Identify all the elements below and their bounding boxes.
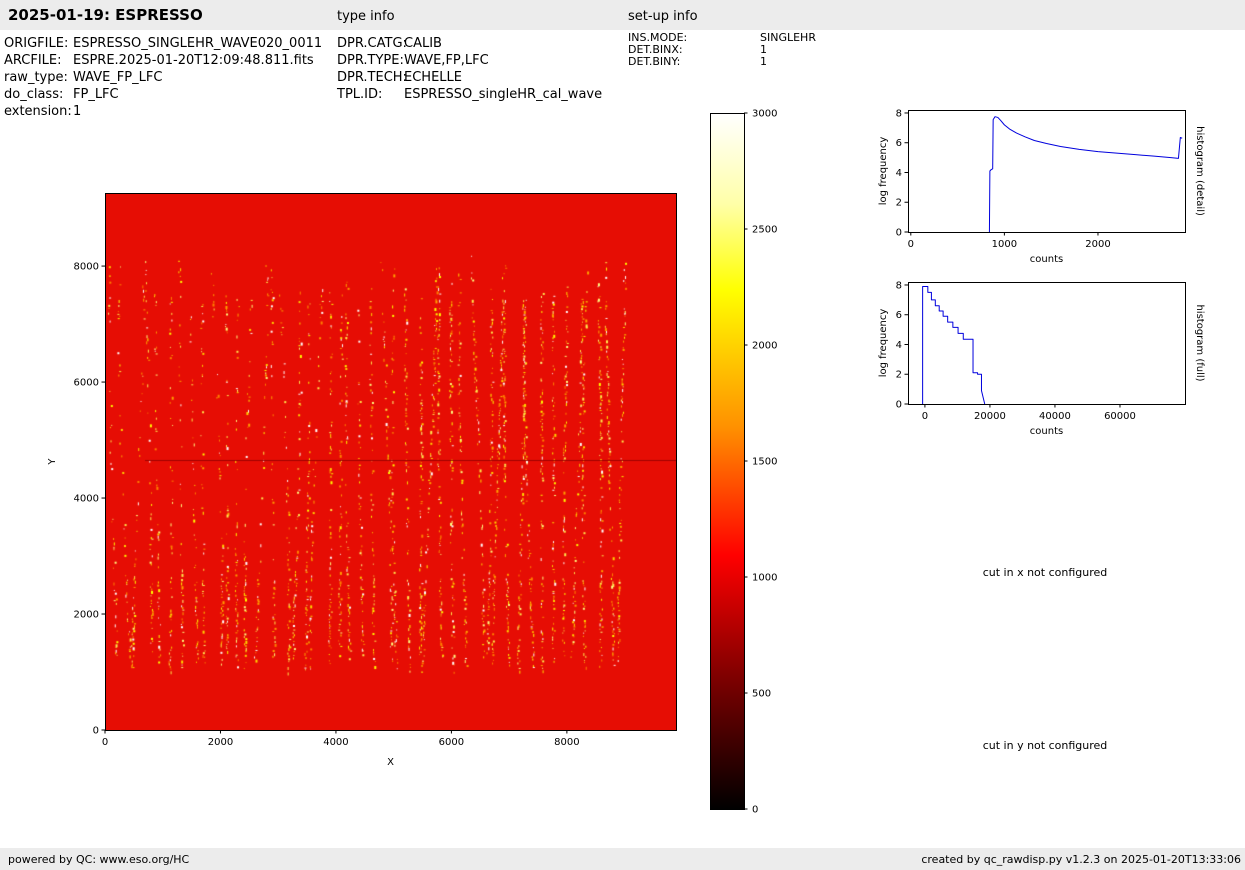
colorbar-tick-label: 1000 <box>752 573 777 584</box>
file-info-row: ORIGFILE:ESPRESSO_SINGLEHR_WAVE020_0011 <box>4 35 322 52</box>
field-value: SINGLEHR <box>760 31 816 44</box>
y-tick-label: 8 <box>896 280 902 291</box>
colorbar: 0 500 1000 1500 2000 2500 3000 <box>711 109 778 816</box>
footer-credit-left: powered by QC: www.eso.org/HC <box>8 853 189 866</box>
file-info-row: extension:1 <box>4 103 322 120</box>
x-tick-label: 60000 <box>1104 411 1136 422</box>
x-tick-label: 6000 <box>439 737 464 748</box>
field-value: WAVE,FP,LFC <box>404 53 489 68</box>
y-tick-label: 2 <box>896 198 902 209</box>
colorbar-tick-label: 3000 <box>752 109 777 120</box>
footer-credit-right: created by qc_rawdisp.py v1.2.3 on 2025-… <box>921 853 1241 866</box>
page-title: 2025-01-19: ESPRESSO <box>8 6 203 24</box>
field-value: FP_LFC <box>73 87 119 102</box>
field-value: CALIB <box>404 36 442 51</box>
y-tick-label: 2000 <box>74 610 99 621</box>
cut-y-note: cut in y not configured <box>983 739 1108 752</box>
colorbar-tick-label: 2500 <box>752 225 777 236</box>
y-axis-label: log frequency <box>878 309 889 378</box>
y-tick-label: 8000 <box>74 262 99 273</box>
x-axis-label: counts <box>1030 426 1063 437</box>
setup-info-header: set-up info <box>628 9 698 24</box>
x-tick-label: 0 <box>908 239 914 250</box>
field-value: ESPRESSO_singleHR_cal_wave <box>404 87 602 102</box>
footer-bar: powered by QC: www.eso.org/HC created by… <box>0 848 1245 870</box>
file-info-row: raw_type:WAVE_FP_LFC <box>4 69 322 86</box>
x-tick-label: 4000 <box>323 737 348 748</box>
y-axis-label: Y <box>47 458 58 466</box>
histogram_detail-axes: 0 1000 2000 0 2 4 6 8 counts log frequency histogr… <box>878 108 1205 265</box>
type-info-row: TPL.ID:ESPRESSO_singleHR_cal_wave <box>337 86 602 103</box>
y-tick-label: 2 <box>896 370 902 381</box>
field-label: TPL.ID: <box>337 86 404 103</box>
field-label: extension: <box>4 103 73 120</box>
colorbar-tick-label: 500 <box>752 689 771 700</box>
right-axis-label: histogram (detail) <box>1194 126 1205 216</box>
y-tick-label: 4 <box>896 168 902 179</box>
field-label: do_class: <box>4 86 73 103</box>
y-tick-label: 4 <box>896 340 902 351</box>
field-label: DPR.TYPE: <box>337 52 404 69</box>
file-info-row: do_class:FP_LFC <box>4 86 322 103</box>
setup-info-block: INS.MODE:SINGLEHR DET.BINX:1 DET.BINY:1 <box>628 32 816 68</box>
colorbar-tick-label: 1500 <box>752 457 777 468</box>
y-tick-label: 0 <box>896 400 902 411</box>
x-tick-label: 20000 <box>974 411 1006 422</box>
y-axis-label: log frequency <box>878 137 889 206</box>
type-info-block: DPR.CATG:CALIB DPR.TYPE:WAVE,FP,LFC DPR.… <box>337 35 602 103</box>
histogram_full-line <box>923 286 985 404</box>
cut-x-note: cut in x not configured <box>983 566 1108 579</box>
field-value: ESPRE.2025-01-20T12:09:48.811.fits <box>73 53 314 68</box>
file-info-row: ARCFILE:ESPRE.2025-01-20T12:09:48.811.fi… <box>4 52 322 69</box>
colorbar-tick-label: 0 <box>752 805 758 816</box>
y-tick-label: 8 <box>896 108 902 119</box>
qc-report-page: 2025-01-19: ESPRESSO type info set-up in… <box>0 0 1245 870</box>
y-tick-label: 6 <box>896 310 902 321</box>
colorbar-tick-label: 2000 <box>752 341 777 352</box>
x-axis-label: X <box>387 757 394 768</box>
setup-info-row: DET.BINY:1 <box>628 56 816 68</box>
field-label: DPR.TECH: <box>337 69 404 86</box>
x-tick-label: 1000 <box>992 239 1017 250</box>
x-axis-label: counts <box>1030 254 1063 265</box>
file-info-block: ORIGFILE:ESPRESSO_SINGLEHR_WAVE020_0011 … <box>4 35 322 120</box>
field-value: 1 <box>73 104 81 119</box>
field-label: ARCFILE: <box>4 52 73 69</box>
header-bar: 2025-01-19: ESPRESSO type info set-up in… <box>0 0 1245 30</box>
histogram_detail-line <box>989 117 1182 232</box>
type-info-row: DPR.CATG:CALIB <box>337 35 602 52</box>
y-tick-label: 0 <box>93 726 99 737</box>
y-tick-label: 4000 <box>74 494 99 505</box>
type-info-row: DPR.TECH:ECHELLE <box>337 69 602 86</box>
field-value: WAVE_FP_LFC <box>73 70 162 85</box>
histogram_full-axes: 0 20000 40000 60000 0 2 4 6 8 counts log frequency… <box>878 280 1205 437</box>
field-label: DPR.CATG: <box>337 35 404 52</box>
x-tick-label: 8000 <box>554 737 579 748</box>
field-value: ESPRESSO_SINGLEHR_WAVE020_0011 <box>73 36 322 51</box>
y-tick-label: 0 <box>896 228 902 239</box>
type-info-header: type info <box>337 9 395 24</box>
y-tick-label: 6000 <box>74 378 99 389</box>
field-value: ECHELLE <box>404 70 462 85</box>
x-tick-label: 0 <box>102 737 108 748</box>
x-tick-label: 2000 <box>208 737 233 748</box>
field-label: ORIGFILE: <box>4 35 73 52</box>
right-axis-label: histogram (full) <box>1194 304 1205 381</box>
type-info-row: DPR.TYPE:WAVE,FP,LFC <box>337 52 602 69</box>
x-tick-label: 40000 <box>1039 411 1071 422</box>
field-label: raw_type: <box>4 69 73 86</box>
x-tick-label: 2000 <box>1085 239 1110 250</box>
field-label: DET.BINY: <box>628 56 760 68</box>
y-tick-label: 6 <box>896 138 902 149</box>
x-tick-label: 0 <box>922 411 928 422</box>
field-value: 1 <box>760 55 767 68</box>
raw-image-canvas <box>105 193 676 730</box>
